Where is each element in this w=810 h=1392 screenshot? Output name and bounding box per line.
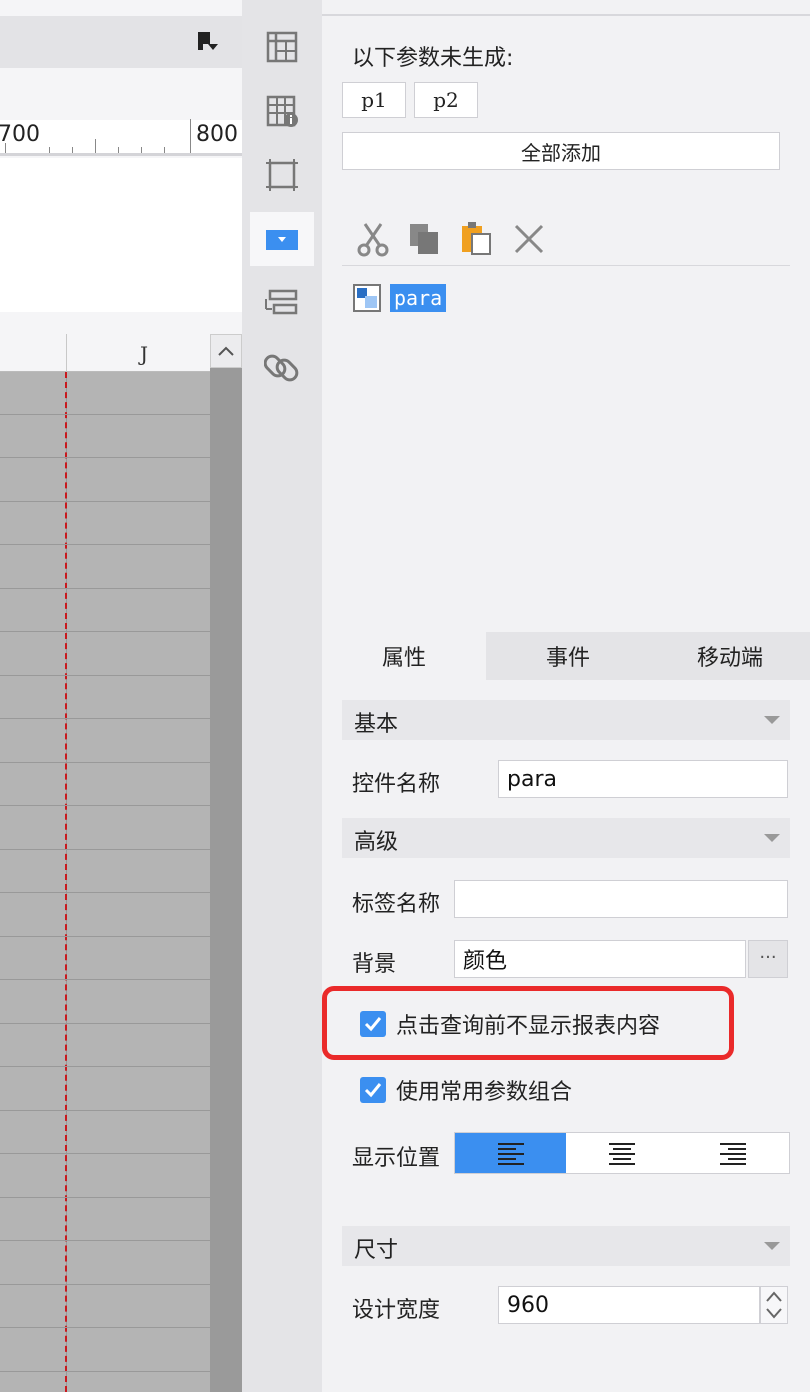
design-width-input[interactable]: 960 <box>498 1286 760 1324</box>
horizontal-ruler: 700 800 <box>0 119 242 156</box>
section-advanced[interactable]: 高级 <box>342 818 790 858</box>
param-p2-button[interactable]: p2 <box>414 82 478 118</box>
column-j-label: J <box>140 342 149 366</box>
background-more-button[interactable]: ··· <box>748 940 788 978</box>
spreadsheet-grid[interactable]: J <box>0 334 242 1392</box>
align-right-icon <box>720 1143 747 1165</box>
widget-tree-item[interactable]: para <box>352 280 447 316</box>
ruler-label: 700 <box>0 122 40 147</box>
add-all-button[interactable]: 全部添加 <box>342 132 780 170</box>
scroll-up-button[interactable] <box>210 334 242 368</box>
delete-icon[interactable] <box>510 220 548 258</box>
property-panel: 以下参数未生成: p1 p2 全部添加 para 属性 事件 移动端 基本 控件… <box>322 0 810 1392</box>
frozen-pane-icon[interactable] <box>250 20 314 74</box>
corner-menu-icon[interactable] <box>196 30 220 58</box>
parameter-pane-area[interactable] <box>0 158 242 312</box>
stepper-icon <box>766 1291 782 1319</box>
report-canvas[interactable]: 700 800 J <box>0 0 242 1392</box>
parameter-pane-icon <box>353 284 381 312</box>
design-width-stepper[interactable] <box>760 1286 788 1324</box>
tab-properties[interactable]: 属性 <box>322 632 486 680</box>
align-center-icon <box>608 1143 635 1165</box>
missing-params-title: 以下参数未生成: <box>352 46 514 71</box>
background-value[interactable]: 颜色 <box>454 940 746 978</box>
copy-icon[interactable] <box>406 220 444 258</box>
vertical-scrollbar[interactable] <box>210 368 242 1392</box>
use-common-params-checkbox[interactable]: 使用常用参数组合 <box>360 1074 572 1106</box>
checkmark-icon[interactable] <box>360 1077 386 1103</box>
link-icon[interactable] <box>250 340 314 394</box>
tab-mobile[interactable]: 移动端 <box>650 632 810 680</box>
tab-bar: 属性 事件 移动端 <box>322 632 810 680</box>
tag-name-input[interactable] <box>454 880 788 918</box>
align-left-button[interactable] <box>455 1133 567 1173</box>
cut-icon[interactable] <box>354 220 392 258</box>
background-label: 背景 <box>352 952 397 977</box>
chevron-up-icon <box>218 346 234 356</box>
checkmark-icon[interactable] <box>360 1011 386 1037</box>
align-left-icon <box>497 1143 524 1165</box>
no-display-before-query-label: 点击查询前不显示报表内容 <box>396 1014 661 1039</box>
widget-name-label: 控件名称 <box>352 772 441 797</box>
side-icon-bar <box>242 0 322 1392</box>
section-advanced-title: 高级 <box>354 830 399 855</box>
table-info-icon[interactable] <box>250 84 314 138</box>
paste-icon[interactable] <box>458 220 496 258</box>
canvas-toolbar <box>0 16 242 68</box>
dropdown-widget-icon[interactable] <box>250 212 314 266</box>
column-header: J <box>0 334 210 372</box>
align-right-button[interactable] <box>678 1133 789 1173</box>
collapse-arrow-icon[interactable] <box>764 834 780 842</box>
design-width-label: 设计宽度 <box>352 1298 441 1323</box>
display-position-toggle <box>454 1132 790 1174</box>
no-display-before-query-checkbox[interactable]: 点击查询前不显示报表内容 <box>360 1008 660 1040</box>
widget-tree-label[interactable]: para <box>390 284 447 312</box>
ruler-label: 800 <box>196 122 238 147</box>
collapse-arrow-icon[interactable] <box>764 716 780 724</box>
edit-toolbar <box>342 214 790 266</box>
frame-icon[interactable] <box>250 148 314 202</box>
section-basic-title: 基本 <box>354 712 399 737</box>
widget-list-icon[interactable] <box>250 276 314 330</box>
widget-name-input[interactable]: para <box>498 760 788 798</box>
section-size-title: 尺寸 <box>354 1238 399 1263</box>
section-size[interactable]: 尺寸 <box>342 1226 790 1266</box>
align-center-button[interactable] <box>566 1133 677 1173</box>
tag-name-label: 标签名称 <box>352 892 441 917</box>
param-p1-button[interactable]: p1 <box>342 82 406 118</box>
tab-events[interactable]: 事件 <box>486 632 650 680</box>
page-break-guide <box>65 372 67 1392</box>
section-basic[interactable]: 基本 <box>342 700 790 740</box>
display-position-label: 显示位置 <box>352 1146 441 1171</box>
collapse-arrow-icon[interactable] <box>764 1242 780 1250</box>
use-common-params-label: 使用常用参数组合 <box>396 1080 573 1105</box>
